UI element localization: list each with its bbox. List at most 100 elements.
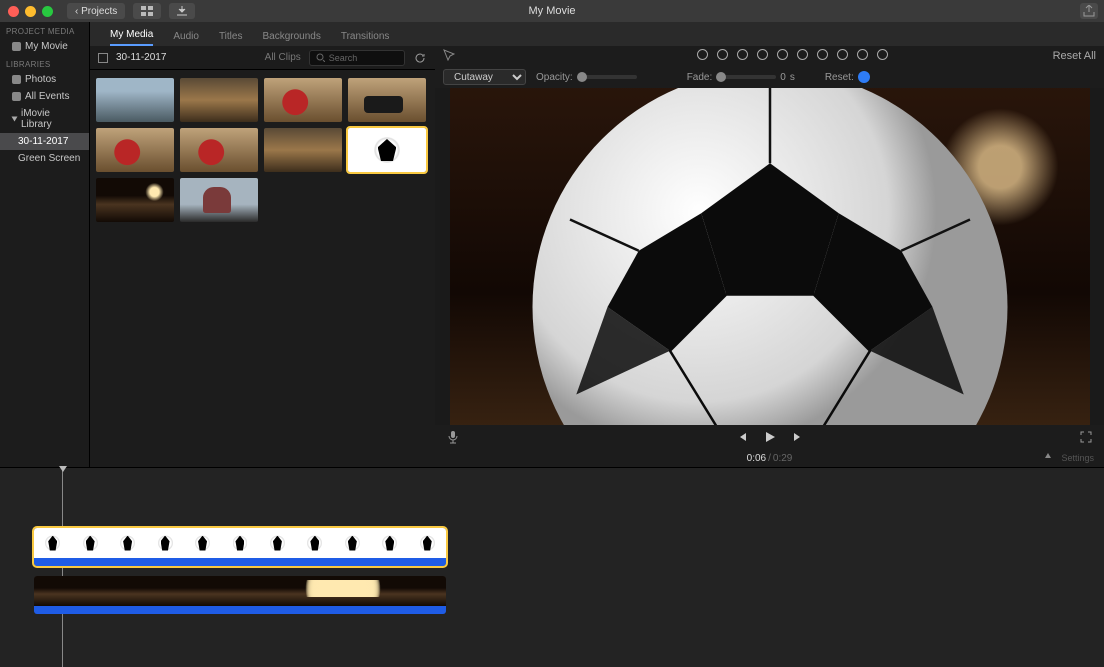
time-current: 0:06 — [747, 453, 766, 464]
tab-transitions[interactable]: Transitions — [341, 31, 390, 46]
fade-value: 0 — [780, 72, 786, 83]
clip-frame — [400, 576, 446, 606]
sidebar-item-my-movie[interactable]: My Movie — [0, 38, 89, 55]
sidebar-item-imovie-library[interactable]: iMovie Library — [0, 105, 89, 133]
tab-audio[interactable]: Audio — [173, 31, 199, 46]
clip-frame — [80, 576, 126, 606]
events-icon — [12, 92, 21, 101]
sidebar-item-all-events[interactable]: All Events — [0, 88, 89, 105]
zoom-marker-icon[interactable] — [1043, 453, 1053, 463]
time-display: 0:06 / 0:29 Settings — [435, 449, 1104, 467]
sidebar-item-green-screen[interactable]: Green Screen — [0, 150, 89, 167]
info-icon[interactable] — [876, 48, 890, 62]
import-icon — [177, 6, 187, 16]
overlay-icon[interactable] — [696, 48, 710, 62]
sidebar-item-30-11-2017[interactable]: 30-11-2017 — [0, 133, 89, 150]
filter-label[interactable]: All Clips — [265, 52, 301, 63]
traffic-lights — [8, 6, 53, 17]
tab-my-media[interactable]: My Media — [110, 29, 153, 46]
timeline-settings-button[interactable]: Settings — [1061, 453, 1094, 463]
color-correction-icon[interactable] — [736, 48, 750, 62]
search-input[interactable]: Search — [309, 50, 405, 66]
pointer-tool-icon[interactable] — [443, 49, 455, 61]
sidebar-item-photos[interactable]: Photos — [0, 71, 89, 88]
clip-thumbnail[interactable] — [180, 128, 258, 172]
clip-frame — [184, 528, 221, 558]
clip-thumbnail[interactable] — [96, 128, 174, 172]
minimize-window-icon[interactable] — [25, 6, 36, 17]
clip-thumbnail[interactable] — [180, 178, 258, 222]
sidebar-section-project-media: PROJECT MEDIA — [0, 22, 89, 38]
transport-controls — [435, 425, 1104, 449]
share-button[interactable] — [1080, 3, 1098, 19]
volume-icon[interactable] — [796, 48, 810, 62]
media-browser: My Media Audio Titles Backgrounds Transi… — [90, 22, 435, 467]
speed-icon[interactable] — [836, 48, 850, 62]
stabilize-icon[interactable] — [776, 48, 790, 62]
clip-frame — [371, 528, 408, 558]
color-balance-icon[interactable] — [716, 48, 730, 62]
upper-panels: PROJECT MEDIA My Movie LIBRARIES Photos … — [0, 22, 1104, 467]
clip-thumbnail[interactable] — [348, 128, 426, 172]
clip-audio-waveform[interactable] — [34, 606, 446, 614]
clip-thumbnail[interactable] — [264, 78, 342, 122]
effects-icon[interactable] — [856, 48, 870, 62]
zoom-window-icon[interactable] — [42, 6, 53, 17]
tab-backgrounds[interactable]: Backgrounds — [262, 31, 320, 46]
appearance-toggle-button[interactable] — [413, 51, 427, 65]
play-button[interactable] — [762, 429, 778, 445]
clip-frame — [217, 576, 263, 606]
tab-titles[interactable]: Titles — [219, 31, 243, 46]
clip-frame — [334, 528, 371, 558]
list-view-icon[interactable] — [98, 53, 108, 63]
clip-thumbnail[interactable] — [180, 78, 258, 122]
sidebar-section-libraries: LIBRARIES — [0, 55, 89, 71]
refresh-icon — [414, 52, 426, 64]
fade-slider[interactable] — [716, 75, 776, 79]
clip-frame — [221, 528, 258, 558]
sidebar-item-label: iMovie Library — [21, 108, 83, 130]
playhead[interactable] — [62, 468, 63, 667]
fullscreen-icon — [1080, 431, 1092, 443]
grid-icon — [141, 6, 153, 16]
noise-icon[interactable] — [816, 48, 830, 62]
search-placeholder: Search — [329, 53, 358, 63]
back-to-projects-button[interactable]: ‹ Projects — [67, 3, 125, 19]
browser-tabs: My Media Audio Titles Backgrounds Transi… — [90, 22, 435, 46]
prev-frame-button[interactable] — [734, 429, 750, 445]
apply-check-icon[interactable] — [858, 71, 870, 83]
timeline-clip-main-room[interactable] — [34, 576, 446, 614]
timeline[interactable] — [0, 467, 1104, 667]
reset-all-button[interactable]: Reset All — [1053, 50, 1096, 62]
timeline-clip-overlay-soccer[interactable] — [34, 528, 446, 566]
time-duration: 0:29 — [773, 453, 792, 464]
project-icon — [12, 42, 21, 51]
disclosure-triangle-icon[interactable] — [12, 117, 18, 122]
sidebar-item-label: 30-11-2017 — [18, 136, 68, 147]
clip-thumbnail[interactable] — [96, 78, 174, 122]
prev-frame-icon — [736, 431, 748, 443]
clip-thumbnail[interactable] — [348, 78, 426, 122]
fade-unit: s — [790, 72, 795, 83]
opacity-slider[interactable] — [577, 75, 637, 79]
window-title: My Movie — [528, 5, 575, 17]
clip-frame — [296, 528, 333, 558]
preview-canvas[interactable] — [435, 88, 1104, 425]
voiceover-button[interactable] — [445, 429, 461, 445]
window-titlebar: ‹ Projects My Movie — [0, 0, 1104, 22]
viewer-panel: Reset All Cutaway Opacity: Fade: 0 s Res… — [435, 22, 1104, 467]
next-frame-icon — [792, 431, 804, 443]
clip-thumbnail[interactable] — [96, 178, 174, 222]
clip-thumbnail[interactable] — [264, 128, 342, 172]
sidebar-item-label: Green Screen — [18, 153, 80, 164]
import-media-button[interactable] — [169, 3, 195, 19]
close-window-icon[interactable] — [8, 6, 19, 17]
fullscreen-button[interactable] — [1078, 429, 1094, 445]
library-view-grid-button[interactable] — [133, 3, 161, 19]
clip-audio-waveform[interactable] — [34, 558, 446, 566]
crop-icon[interactable] — [756, 48, 770, 62]
next-frame-button[interactable] — [790, 429, 806, 445]
share-icon — [1083, 5, 1095, 17]
sidebar-item-label: My Movie — [25, 41, 68, 52]
overlay-mode-select[interactable]: Cutaway — [443, 69, 526, 85]
